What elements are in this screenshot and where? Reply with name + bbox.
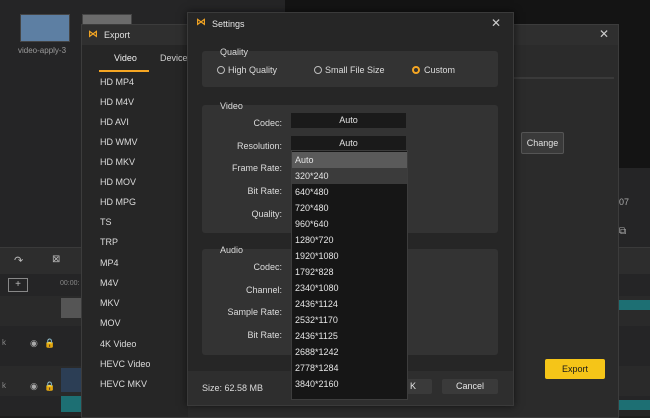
lock-icon[interactable]: 🔒 bbox=[44, 338, 55, 349]
dropdown-option[interactable]: 2436*1125 bbox=[292, 328, 407, 344]
timeline-clip-right-2[interactable] bbox=[617, 400, 650, 410]
clip-thumb-1[interactable] bbox=[61, 298, 81, 318]
radio-small-file[interactable] bbox=[314, 66, 322, 74]
dropdown-option[interactable]: 2688*1242 bbox=[292, 344, 407, 360]
thumb-label: video-apply-3 bbox=[18, 46, 67, 55]
settings-titlebar: ⋈ Settings ✕ bbox=[188, 13, 513, 35]
video-heading: Video bbox=[220, 101, 243, 111]
close-icon[interactable]: ✕ bbox=[491, 16, 501, 30]
audio-codec-label: Codec: bbox=[253, 262, 282, 272]
media-thumbnail[interactable] bbox=[20, 14, 70, 42]
app-logo-icon: ⋈ bbox=[88, 29, 98, 40]
dropdown-option[interactable]: 320*240 bbox=[292, 168, 407, 184]
eye-icon[interactable]: ◉ bbox=[30, 381, 38, 392]
radio-label: Small File Size bbox=[325, 65, 385, 75]
format-item[interactable]: HD MPG bbox=[100, 197, 136, 207]
radio-high-quality[interactable] bbox=[217, 66, 225, 74]
settings-title: Settings bbox=[212, 19, 245, 29]
format-item[interactable]: HEVC Video bbox=[100, 359, 150, 369]
dropdown-option[interactable]: 2436*1124 bbox=[292, 296, 407, 312]
divider bbox=[514, 77, 614, 79]
dropdown-option[interactable]: 640*480 bbox=[292, 184, 407, 200]
change-button[interactable]: Change bbox=[521, 132, 564, 154]
add-track-icon[interactable]: + bbox=[8, 278, 28, 292]
dropdown-option[interactable]: 1280*720 bbox=[292, 232, 407, 248]
format-item[interactable]: HD MOV bbox=[100, 177, 136, 187]
quality-label: Quality: bbox=[251, 209, 282, 219]
format-item[interactable]: MP4 bbox=[100, 258, 119, 268]
format-item[interactable]: HEVC MKV bbox=[100, 379, 147, 389]
dropdown-option[interactable]: 720*480 bbox=[292, 200, 407, 216]
format-sidebar: Video Device HD MP4 HD M4V HD AVI HD WMV… bbox=[82, 45, 188, 417]
export-title: Export bbox=[104, 30, 131, 40]
bit-rate-label: Bit Rate: bbox=[247, 186, 282, 196]
dropdown-option[interactable]: 3840*2160 bbox=[292, 376, 407, 392]
tab-device[interactable]: Device bbox=[160, 53, 188, 63]
track-label-2: k bbox=[2, 381, 6, 390]
format-item[interactable]: MOV bbox=[100, 318, 121, 328]
app-logo-icon: ⋈ bbox=[196, 17, 206, 28]
format-item[interactable]: HD MP4 bbox=[100, 77, 134, 87]
format-item[interactable]: TS bbox=[100, 217, 112, 227]
sample-rate-label: Sample Rate: bbox=[227, 307, 282, 317]
timeline-clip-right[interactable] bbox=[617, 300, 650, 310]
settings-dialog: ⋈ Settings ✕ Quality High Quality Small … bbox=[187, 12, 514, 406]
format-item[interactable]: HD M4V bbox=[100, 97, 134, 107]
tab-video[interactable]: Video bbox=[114, 53, 137, 63]
format-item[interactable]: HD WMV bbox=[100, 137, 138, 147]
dropdown-option[interactable]: Auto bbox=[292, 152, 407, 168]
radio-label: Custom bbox=[424, 65, 456, 75]
channel-label: Channel: bbox=[245, 285, 282, 295]
counter-text: 07 bbox=[619, 197, 630, 207]
format-item[interactable]: 4K Video bbox=[100, 339, 136, 349]
file-size-text: Size: 62.58 MB bbox=[202, 383, 264, 393]
clip-thumb-2[interactable] bbox=[61, 368, 81, 392]
dropdown-option[interactable]: 1792*828 bbox=[292, 264, 407, 280]
video-codec-select[interactable]: Auto bbox=[291, 113, 406, 128]
resolution-dropdown-list[interactable]: Auto 320*240 640*480 720*480 960*640 128… bbox=[291, 150, 408, 400]
export-button[interactable]: Export bbox=[545, 359, 605, 379]
format-item[interactable]: M4V bbox=[100, 278, 119, 288]
radio-custom[interactable] bbox=[412, 66, 420, 74]
quality-heading: Quality bbox=[220, 47, 249, 57]
format-item[interactable]: MKV bbox=[100, 298, 120, 308]
format-item[interactable]: HD AVI bbox=[100, 117, 129, 127]
track-label-1: k bbox=[2, 338, 6, 347]
tab-underline bbox=[99, 70, 149, 72]
audio-heading: Audio bbox=[220, 245, 244, 255]
format-item[interactable]: TRP bbox=[100, 237, 118, 247]
frame-rate-label: Frame Rate: bbox=[231, 163, 282, 173]
lock-icon[interactable]: 🔒 bbox=[44, 381, 55, 392]
close-icon[interactable]: ✕ bbox=[599, 27, 609, 41]
radio-label: High Quality bbox=[228, 65, 278, 75]
eye-icon[interactable]: ◉ bbox=[30, 338, 38, 349]
codec-label: Codec: bbox=[253, 118, 282, 128]
audio-bit-rate-label: Bit Rate: bbox=[247, 330, 282, 340]
crop-icon[interactable]: ⊠ bbox=[52, 254, 60, 265]
dropdown-option[interactable]: 2778*1284 bbox=[292, 360, 407, 376]
format-item[interactable]: HD MKV bbox=[100, 157, 135, 167]
quality-panel: Quality High Quality Small File Size Cus… bbox=[202, 47, 498, 87]
resolution-select[interactable]: Auto bbox=[291, 136, 406, 151]
dropdown-option[interactable]: 2340*1080 bbox=[292, 280, 407, 296]
resolution-label: Resolution: bbox=[236, 141, 282, 151]
fullscreen-icon[interactable]: ⧉ bbox=[619, 226, 626, 237]
redo-icon[interactable]: ↷ bbox=[14, 254, 23, 267]
dropdown-option[interactable]: 2532*1170 bbox=[292, 312, 407, 328]
dropdown-option[interactable]: 1920*1080 bbox=[292, 248, 407, 264]
cancel-button[interactable]: Cancel bbox=[442, 379, 498, 394]
timecode: 00:00: bbox=[60, 280, 80, 287]
dropdown-option[interactable]: 960*640 bbox=[292, 216, 407, 232]
